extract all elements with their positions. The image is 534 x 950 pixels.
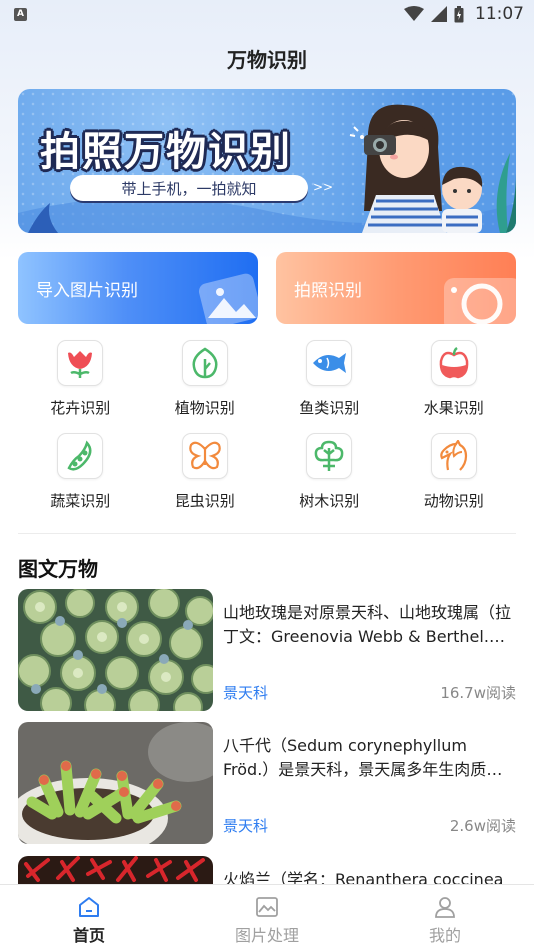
- status-time: 11:07: [475, 4, 524, 24]
- category-insect[interactable]: 昆虫识别: [143, 433, 268, 511]
- category-label: 水果识别: [423, 399, 484, 417]
- tab-label: 图片处理: [234, 926, 299, 945]
- article-summary: 八千代（Sedum corynephyllum Fröd.）是景天科，景天属多年…: [223, 736, 503, 779]
- camera-icon: [444, 278, 516, 324]
- section-title: 图文万物: [18, 557, 98, 581]
- category-label: 动物识别: [423, 492, 484, 510]
- flower-icon: [68, 351, 93, 378]
- article-read-count: 2.6w阅读: [449, 817, 516, 835]
- category-plant[interactable]: 植物识别: [143, 340, 268, 418]
- category-tree[interactable]: 树木识别: [267, 433, 392, 511]
- category-label: 鱼类识别: [299, 399, 360, 417]
- tab-label: 首页: [72, 926, 105, 945]
- category-label: 昆虫识别: [174, 492, 235, 510]
- battery-icon: [454, 5, 464, 22]
- apple-icon: [439, 347, 469, 379]
- category-label: 树木识别: [299, 492, 360, 510]
- article-thumbnail-succulent-rosettes: [18, 589, 213, 711]
- category-animal[interactable]: 动物识别: [392, 433, 517, 511]
- tab-profile[interactable]: 我的: [356, 885, 534, 950]
- take-photo-button[interactable]: 拍照识别: [276, 252, 516, 324]
- import-image-label: 导入图片识别: [36, 280, 138, 301]
- wifi-icon: [404, 6, 424, 21]
- horse-icon: [439, 440, 467, 471]
- article-tag[interactable]: 景天科: [223, 682, 268, 703]
- article-item[interactable]: 山地玫瑰是对原景天科、山地玫瑰属（拉丁文：Greenovia Webb & Be…: [18, 589, 516, 711]
- leaf-icon: [192, 347, 218, 379]
- pea-pod-icon: [67, 440, 92, 471]
- fish-icon: [313, 353, 347, 373]
- butterfly-icon: [188, 441, 221, 470]
- home-icon: [79, 897, 99, 917]
- tab-home[interactable]: 首页: [0, 885, 178, 950]
- article-read-count: 16.7w阅读: [440, 684, 516, 702]
- banner-title: 拍照万物识别: [40, 130, 292, 174]
- banner-subtitle: 带上手机，一拍就知: [70, 175, 308, 201]
- image-icon: [198, 273, 258, 324]
- category-fruit[interactable]: 水果识别: [392, 340, 517, 418]
- category-label: 蔬菜识别: [50, 492, 111, 510]
- signal-icon: [431, 6, 447, 22]
- article-item[interactable]: 八千代（Sedum corynephyllum Fröd.）是景天科，景天属多年…: [18, 722, 516, 844]
- category-fish[interactable]: 鱼类识别: [267, 340, 392, 418]
- image-icon: [256, 897, 278, 917]
- category-flower[interactable]: 花卉识别: [18, 340, 143, 418]
- article-summary: 山地玫瑰是对原景天科、山地玫瑰属（拉丁文：Greenovia Webb & Be…: [223, 603, 512, 646]
- tab-label: 我的: [428, 926, 461, 945]
- app-badge-icon: A: [14, 7, 27, 21]
- category-label: 植物识别: [174, 399, 235, 417]
- section-divider: [18, 533, 516, 534]
- import-image-button[interactable]: 导入图片识别: [18, 252, 258, 324]
- banner-arrows: >>: [313, 180, 334, 194]
- article-tag[interactable]: 景天科: [223, 815, 268, 836]
- tab-image-processing[interactable]: 图片处理: [178, 885, 356, 950]
- person-icon: [435, 897, 455, 918]
- category-grid: 花卉识别 植物识别 鱼类识别 水果识别 蔬菜识别 昆虫识别 树木识别 动物识别: [18, 340, 516, 511]
- promo-banner[interactable]: 拍照万物识别 带上手机，一拍就知 >>: [18, 89, 516, 233]
- plant-decoration: [496, 153, 516, 233]
- page-title: 万物识别: [227, 48, 307, 72]
- tree-icon: [314, 440, 344, 471]
- category-vegetable[interactable]: 蔬菜识别: [18, 433, 143, 511]
- status-bar: A 11:07: [0, 0, 534, 28]
- bottom-tab-bar: 首页 图片处理 我的: [0, 884, 534, 950]
- take-photo-label: 拍照识别: [294, 280, 362, 301]
- article-thumbnail-sedum: [18, 722, 213, 844]
- category-label: 花卉识别: [50, 399, 111, 417]
